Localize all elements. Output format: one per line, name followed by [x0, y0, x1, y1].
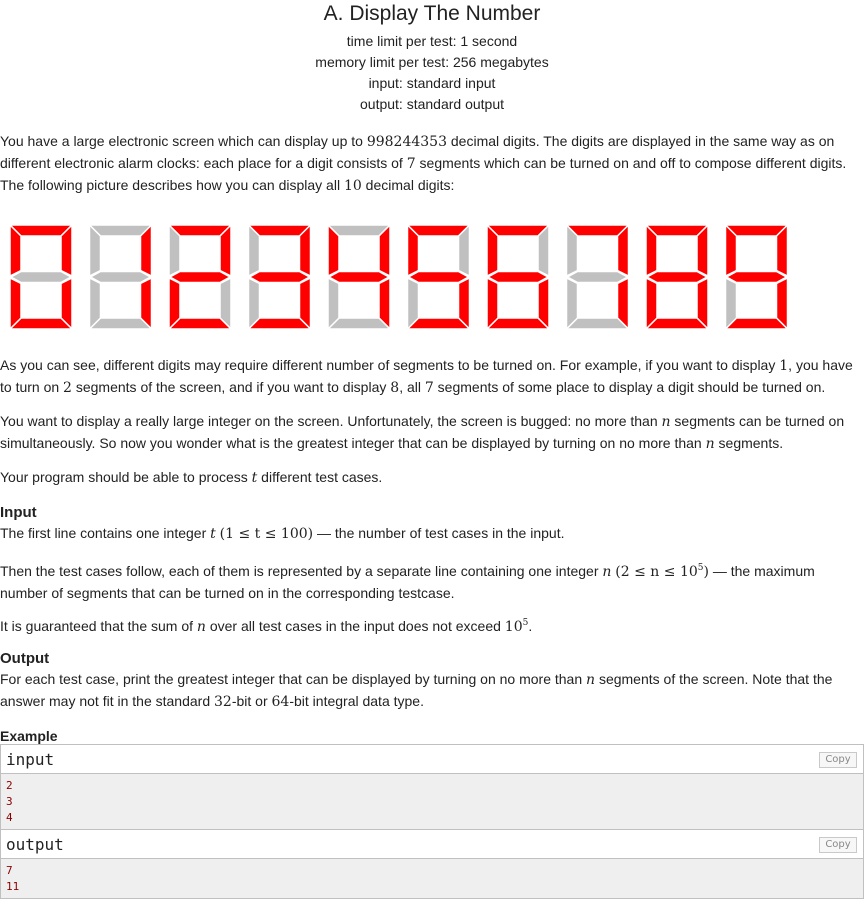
math-variable: n — [705, 436, 715, 452]
example-output-label: output — [6, 835, 64, 854]
input-section-title: Input — [0, 504, 37, 521]
seg-middle — [88, 270, 153, 284]
text: -bit or — [231, 693, 272, 709]
math-number: 1 — [779, 358, 789, 374]
seg-middle — [168, 270, 232, 284]
memory-limit: memory limit per test: 256 megabytes — [315, 54, 549, 70]
text: , all — [399, 379, 425, 395]
math-number: 7 — [424, 380, 434, 396]
text: segments. — [714, 435, 784, 451]
math-number: 32 — [214, 694, 232, 710]
math-range: (2 ≤ n ≤ 10 — [615, 564, 698, 580]
problem-title: A. Display The Number — [323, 2, 541, 25]
text: segments of the screen, and if you want … — [71, 379, 391, 395]
text: over all test cases in the input does no… — [205, 618, 505, 634]
text: Then the test cases follow, each of them… — [0, 563, 603, 579]
input-line: 4 — [6, 811, 13, 824]
example-input-label: input — [6, 750, 55, 769]
text: segments of some place to display a digi… — [433, 379, 826, 395]
math-number: 8 — [390, 380, 400, 396]
math-number: 10 — [504, 619, 523, 635]
copy-output-button[interactable]: Copy — [819, 837, 857, 853]
problem-header: A. Display The Number time limit per tes… — [0, 0, 864, 115]
math-variable: t — [210, 526, 216, 542]
text: For each test case, print the greatest i… — [0, 671, 587, 687]
math-number: 64 — [271, 694, 290, 710]
seg-middle — [406, 270, 471, 284]
statement-paragraph-1: You have a large electronic screen which… — [0, 131, 864, 197]
output-paragraph-1: For each test case, print the greatest i… — [0, 669, 864, 713]
copy-input-button[interactable]: Copy — [819, 752, 857, 768]
math-number: 998244353 — [366, 134, 447, 150]
seg-middle — [565, 270, 630, 284]
text: Your program should be able to process — [0, 469, 252, 485]
digit-5 — [405, 223, 472, 331]
text: The first line contains one integer — [0, 525, 211, 541]
output-spec: output: standard output — [360, 96, 504, 112]
digit-0 — [8, 223, 74, 331]
text: You want to display a really large integ… — [0, 413, 662, 429]
output-line: 11 — [6, 880, 20, 893]
seg-middle — [724, 270, 789, 284]
example-output-header: output Copy — [1, 830, 863, 859]
seg-middle — [9, 270, 73, 284]
seg-middle — [327, 270, 391, 284]
seven-segment-digits-image — [8, 223, 790, 331]
example-input-box: input Copy 2 3 4 — [0, 744, 864, 830]
seg-middle — [247, 270, 312, 284]
input-line: 2 — [6, 779, 13, 792]
digit-9 — [723, 223, 790, 331]
math-variable: n — [661, 414, 671, 430]
time-limit: time limit per test: 1 second — [346, 33, 518, 49]
math-variable: n — [602, 564, 612, 580]
statement-paragraph-2: As you can see, different digits may req… — [0, 355, 864, 399]
seg-middle — [645, 270, 709, 284]
math-variable: n — [196, 619, 206, 635]
input-spec: input: standard input — [368, 75, 496, 91]
input-line: 3 — [6, 795, 13, 808]
digit-7 — [564, 223, 631, 331]
statement-paragraph-3: You want to display a really large integ… — [0, 411, 864, 455]
text: different test cases. — [257, 469, 383, 485]
digit-6 — [485, 223, 551, 331]
digit-2 — [167, 223, 233, 331]
input-paragraph-2: Then the test cases follow, each of them… — [0, 558, 864, 604]
text: . — [528, 618, 533, 634]
digit-8 — [644, 223, 710, 331]
math-variable: n — [586, 672, 596, 688]
example-input-header: input Copy — [1, 745, 863, 774]
text: You have a large electronic screen which… — [0, 133, 367, 149]
text: It is guaranteed that the sum of — [0, 618, 197, 634]
math-range: (1 ≤ t ≤ 100) — [219, 526, 314, 542]
text: — the number of test cases in the input. — [313, 525, 565, 541]
digit-1 — [87, 223, 154, 331]
math-number: 10 — [343, 178, 362, 194]
math-number: 2 — [63, 380, 72, 396]
output-line: 7 — [6, 864, 13, 877]
text: decimal digits: — [361, 177, 455, 193]
statement-paragraph-4: Your program should be able to process t… — [0, 467, 382, 489]
text: As you can see, different digits may req… — [0, 357, 780, 373]
example-input-content[interactable]: 2 3 4 — [1, 774, 863, 829]
example-output-content[interactable]: 7 11 — [1, 859, 863, 898]
input-paragraph-3: It is guaranteed that the sum of n over … — [0, 613, 532, 638]
example-title: Example — [0, 728, 58, 744]
example-output-box: output Copy 7 11 — [0, 829, 864, 899]
output-section-title: Output — [0, 650, 50, 667]
digit-3 — [246, 223, 313, 331]
seg-middle — [486, 270, 550, 284]
input-paragraph-1: The first line contains one integer t (1… — [0, 523, 564, 545]
math-number: 7 — [406, 156, 416, 172]
digit-4 — [326, 223, 392, 331]
text: -bit integral data type. — [289, 693, 424, 709]
